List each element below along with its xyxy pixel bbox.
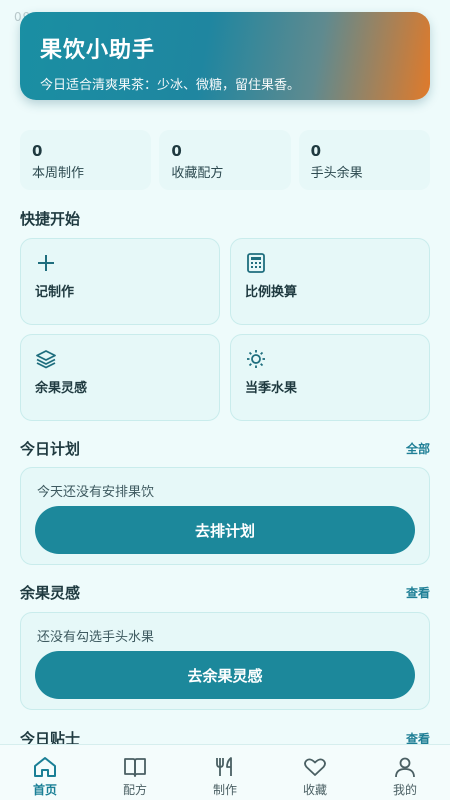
leftover-empty-text: 还没有勾选手头水果: [37, 630, 155, 645]
tab-profile[interactable]: 我的: [360, 745, 450, 800]
quick-label: 比例换算: [245, 285, 298, 300]
tab-make[interactable]: 制作: [180, 745, 270, 800]
quick-label: 余果灵感: [35, 381, 88, 396]
today-plan-card: 今天还没有安排果饮 去排计划: [20, 467, 430, 565]
layers-icon: [36, 350, 56, 369]
user-icon: [395, 757, 415, 778]
stat-label: 收藏配方: [171, 166, 224, 181]
tab-label: 首页: [32, 783, 57, 797]
quick-record-button[interactable]: 记制作: [20, 238, 220, 325]
tab-label: 制作: [212, 783, 237, 797]
quick-leftover-button[interactable]: 余果灵感: [20, 334, 220, 421]
tab-recipes[interactable]: 配方: [90, 745, 180, 800]
hero-banner: 果饮小助手 今日适合清爽果茶：少冰、微糖，留住果香。: [20, 12, 430, 100]
stat-leftover-fruit[interactable]: 0 手头余果: [298, 130, 430, 190]
quick-start-title: 快捷开始: [20, 210, 81, 228]
bottom-tab-bar: 首页 配方 制作 收藏 我的: [0, 744, 450, 800]
tab-home[interactable]: 首页: [0, 745, 90, 800]
today-plan-empty-text: 今天还没有安排果饮: [37, 485, 155, 500]
leftover-title: 余果灵感: [20, 584, 81, 602]
stat-value: 0: [310, 142, 322, 160]
quick-ratio-button[interactable]: 比例换算: [230, 238, 430, 325]
tab-label: 我的: [392, 783, 417, 797]
stat-saved-recipes[interactable]: 0 收藏配方: [159, 130, 291, 190]
quick-label: 记制作: [35, 285, 75, 300]
leftover-view-link[interactable]: 查看: [406, 584, 430, 601]
quick-label: 当季水果: [245, 381, 298, 396]
hero-subtitle: 今日适合清爽果茶：少冰、微糖，留住果香。: [40, 78, 301, 93]
schedule-plan-button[interactable]: 去排计划: [35, 506, 415, 554]
stat-weekly-made[interactable]: 0 本周制作: [20, 130, 152, 190]
today-plan-title: 今日计划: [20, 440, 81, 458]
app-title: 果饮小助手: [40, 38, 156, 63]
calculator-icon: [247, 253, 265, 273]
home-icon: [34, 757, 56, 777]
tab-label: 收藏: [302, 783, 327, 797]
stat-value: 0: [32, 142, 43, 160]
stats-row: 0 本周制作 0 收藏配方 0 手头余果: [20, 130, 430, 190]
plus-icon: [38, 255, 54, 271]
tab-favorites[interactable]: 收藏: [270, 745, 360, 800]
heart-icon: [304, 758, 326, 776]
stat-label: 手头余果: [310, 166, 363, 181]
stat-label: 本周制作: [32, 166, 85, 181]
tab-label: 配方: [122, 783, 147, 797]
today-plan-all-link[interactable]: 全部: [406, 440, 430, 457]
sun-icon: [247, 350, 265, 368]
quick-seasonal-button[interactable]: 当季水果: [230, 334, 430, 421]
leftover-inspiration-button[interactable]: 去余果灵感: [35, 651, 415, 699]
utensils-icon: [216, 757, 232, 776]
book-icon: [124, 758, 146, 777]
stat-value: 0: [171, 142, 182, 160]
leftover-card: 还没有勾选手头水果 去余果灵感: [20, 612, 430, 710]
